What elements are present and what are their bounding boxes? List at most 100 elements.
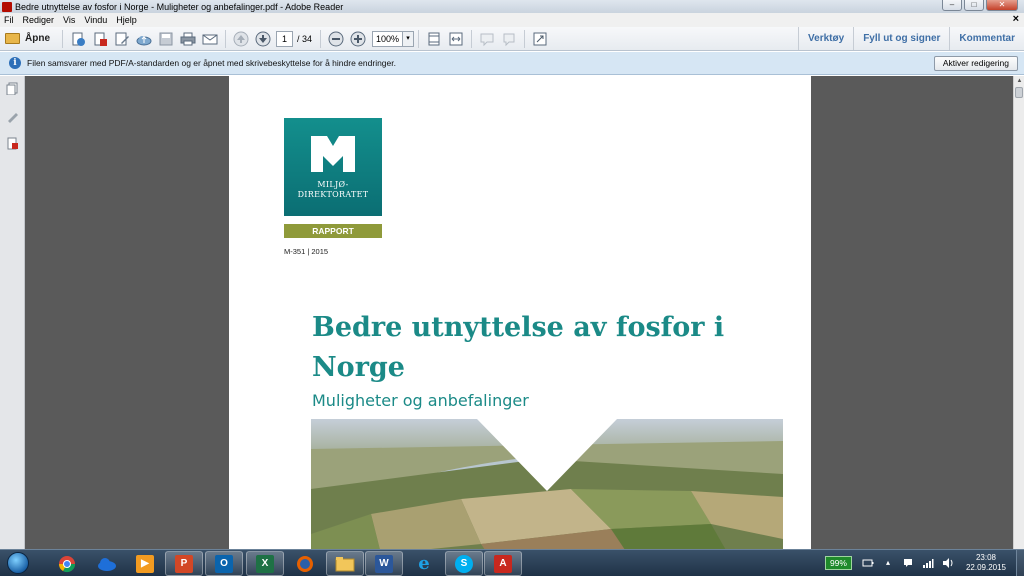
excel-icon: X bbox=[256, 554, 274, 573]
logo-text: MILJØ- DIREKTORATET bbox=[284, 180, 382, 200]
navigation-pane bbox=[0, 76, 25, 549]
report-badge: RAPPORT bbox=[284, 224, 382, 238]
enable-editing-button[interactable]: Aktiver redigering bbox=[933, 56, 1018, 71]
menu-rediger[interactable]: Rediger bbox=[23, 15, 55, 25]
page-total: / 34 bbox=[297, 33, 313, 44]
firefox-taskbar-button[interactable] bbox=[286, 551, 324, 576]
clock[interactable]: 23:08 22.09.2015 bbox=[966, 553, 1006, 573]
document-title: Bedre utnyttelse av fosfor i Norge bbox=[312, 312, 725, 383]
toolbar-divider bbox=[471, 29, 473, 48]
scrollbar-thumb[interactable] bbox=[1015, 87, 1023, 98]
show-desktop-button[interactable] bbox=[1016, 550, 1024, 576]
cloud-upload-icon[interactable] bbox=[136, 31, 152, 47]
minimize-button[interactable]: – bbox=[942, 0, 962, 11]
menu-hjelp[interactable]: Hjelp bbox=[116, 15, 137, 25]
chrome-icon bbox=[58, 555, 76, 572]
create-pdf-icon[interactable] bbox=[70, 31, 86, 47]
folder-icon bbox=[5, 33, 20, 44]
zoom-select[interactable]: 100% ▾ bbox=[372, 30, 415, 47]
export-pdf-icon[interactable] bbox=[92, 31, 108, 47]
network-signal-icon[interactable] bbox=[922, 557, 934, 569]
adobe-reader-icon bbox=[2, 1, 12, 12]
folder-icon bbox=[335, 556, 355, 571]
fit-page-icon[interactable] bbox=[426, 31, 442, 47]
info-icon: i bbox=[9, 57, 21, 69]
zoom-in-icon[interactable] bbox=[350, 31, 366, 47]
document-viewport[interactable]: MILJØ- DIREKTORATET RAPPORT M-351 | 2015… bbox=[25, 76, 1013, 549]
signatures-icon[interactable] bbox=[6, 110, 19, 123]
adobe-reader-taskbar-button[interactable]: A bbox=[484, 551, 522, 576]
windows-logo-icon bbox=[7, 552, 29, 574]
chrome-taskbar-button[interactable] bbox=[48, 551, 86, 576]
window-controls: – □ ✕ bbox=[942, 0, 1018, 11]
highlight-icon[interactable] bbox=[501, 31, 517, 47]
battery-indicator[interactable]: 99% bbox=[824, 556, 852, 570]
power-icon[interactable] bbox=[862, 557, 874, 569]
previous-page-icon[interactable] bbox=[233, 31, 249, 47]
miljodirektoratet-logo: MILJØ- DIREKTORATET bbox=[284, 118, 382, 216]
save-icon[interactable] bbox=[158, 31, 174, 47]
start-button[interactable] bbox=[3, 550, 33, 576]
logo-m-mark bbox=[311, 136, 355, 172]
close-button[interactable]: ✕ bbox=[986, 0, 1018, 11]
toolbar-divider bbox=[225, 29, 226, 48]
full-screen-icon[interactable] bbox=[532, 31, 548, 47]
title-bar: Bedre utnyttelse av fosfor i Norge - Mul… bbox=[0, 0, 1024, 13]
action-center-icon[interactable] bbox=[902, 557, 914, 569]
fit-width-icon[interactable] bbox=[448, 31, 464, 47]
volume-icon[interactable] bbox=[942, 557, 954, 569]
cloud-icon bbox=[98, 557, 116, 571]
report-number: M-351 | 2015 bbox=[284, 247, 329, 256]
word-icon: W bbox=[375, 554, 393, 573]
page-thumbnails-icon[interactable] bbox=[6, 82, 19, 96]
toolbar-divider bbox=[418, 29, 420, 48]
skype-icon: S bbox=[455, 554, 473, 573]
edit-pdf-icon[interactable] bbox=[114, 31, 130, 47]
pdf-page: MILJØ- DIREKTORATET RAPPORT M-351 | 2015… bbox=[229, 76, 811, 549]
onedrive-taskbar-button[interactable] bbox=[88, 551, 126, 576]
scroll-up-icon[interactable]: ▲ bbox=[1014, 76, 1024, 86]
document-subtitle: Muligheter og anbefalinger bbox=[312, 391, 529, 410]
tools-panel-button[interactable]: Verktøy bbox=[798, 27, 853, 50]
internet-explorer-taskbar-button[interactable]: e bbox=[405, 551, 443, 576]
email-icon[interactable] bbox=[202, 31, 218, 47]
outlook-taskbar-button[interactable]: O bbox=[205, 551, 243, 576]
chevron-down-icon[interactable]: ▾ bbox=[402, 31, 414, 46]
menu-fil[interactable]: Fil bbox=[4, 15, 14, 25]
pdfa-info-bar: i Filen samsvarer med PDF/A-standarden o… bbox=[0, 52, 1024, 75]
toolbar: Åpne 1 / 34 100% ▾ Verktøy Fyll ut og si… bbox=[0, 27, 1024, 51]
open-label: Åpne bbox=[25, 33, 50, 44]
print-icon[interactable] bbox=[180, 31, 196, 47]
comment-icon[interactable] bbox=[479, 31, 495, 47]
pdf-icon: A bbox=[494, 554, 512, 573]
attachments-icon[interactable] bbox=[6, 137, 19, 150]
toolbar-divider bbox=[524, 29, 526, 48]
info-message: Filen samsvarer med PDF/A-standarden og … bbox=[27, 58, 396, 68]
logo-text-line2: DIREKTORATET bbox=[297, 190, 369, 199]
media-player-taskbar-button[interactable]: ▶ bbox=[126, 551, 164, 576]
maximize-button[interactable]: □ bbox=[964, 0, 984, 11]
comment-panel-button[interactable]: Kommentar bbox=[949, 27, 1024, 50]
powerpoint-taskbar-button[interactable]: P bbox=[165, 551, 203, 576]
open-button[interactable]: Åpne bbox=[5, 33, 50, 44]
play-icon: ▶ bbox=[136, 554, 154, 573]
excel-taskbar-button[interactable]: X bbox=[246, 551, 284, 576]
zoom-out-icon[interactable] bbox=[328, 31, 344, 47]
menu-vis[interactable]: Vis bbox=[63, 15, 75, 25]
toolbar-divider bbox=[320, 29, 322, 48]
page-number-input[interactable]: 1 bbox=[276, 30, 293, 47]
close-document-icon[interactable]: × bbox=[1013, 13, 1019, 25]
show-hidden-icons[interactable]: ▴ bbox=[882, 557, 894, 569]
fill-sign-panel-button[interactable]: Fyll ut og signer bbox=[853, 27, 949, 50]
next-page-icon[interactable] bbox=[255, 31, 271, 47]
menu-vindu[interactable]: Vindu bbox=[84, 15, 107, 25]
word-taskbar-button[interactable]: W bbox=[365, 551, 403, 576]
file-explorer-taskbar-button[interactable] bbox=[326, 551, 364, 576]
vertical-scrollbar[interactable]: ▲ bbox=[1013, 76, 1024, 549]
window-title: Bedre utnyttelse av fosfor i Norge - Mul… bbox=[15, 1, 344, 12]
skype-taskbar-button[interactable]: S bbox=[445, 551, 483, 576]
panel-buttons: Verktøy Fyll ut og signer Kommentar bbox=[798, 27, 1024, 50]
menu-bar: Fil Rediger Vis Vindu Hjelp × bbox=[0, 13, 1024, 27]
ie-icon: e bbox=[418, 552, 430, 574]
firefox-icon bbox=[297, 555, 313, 572]
